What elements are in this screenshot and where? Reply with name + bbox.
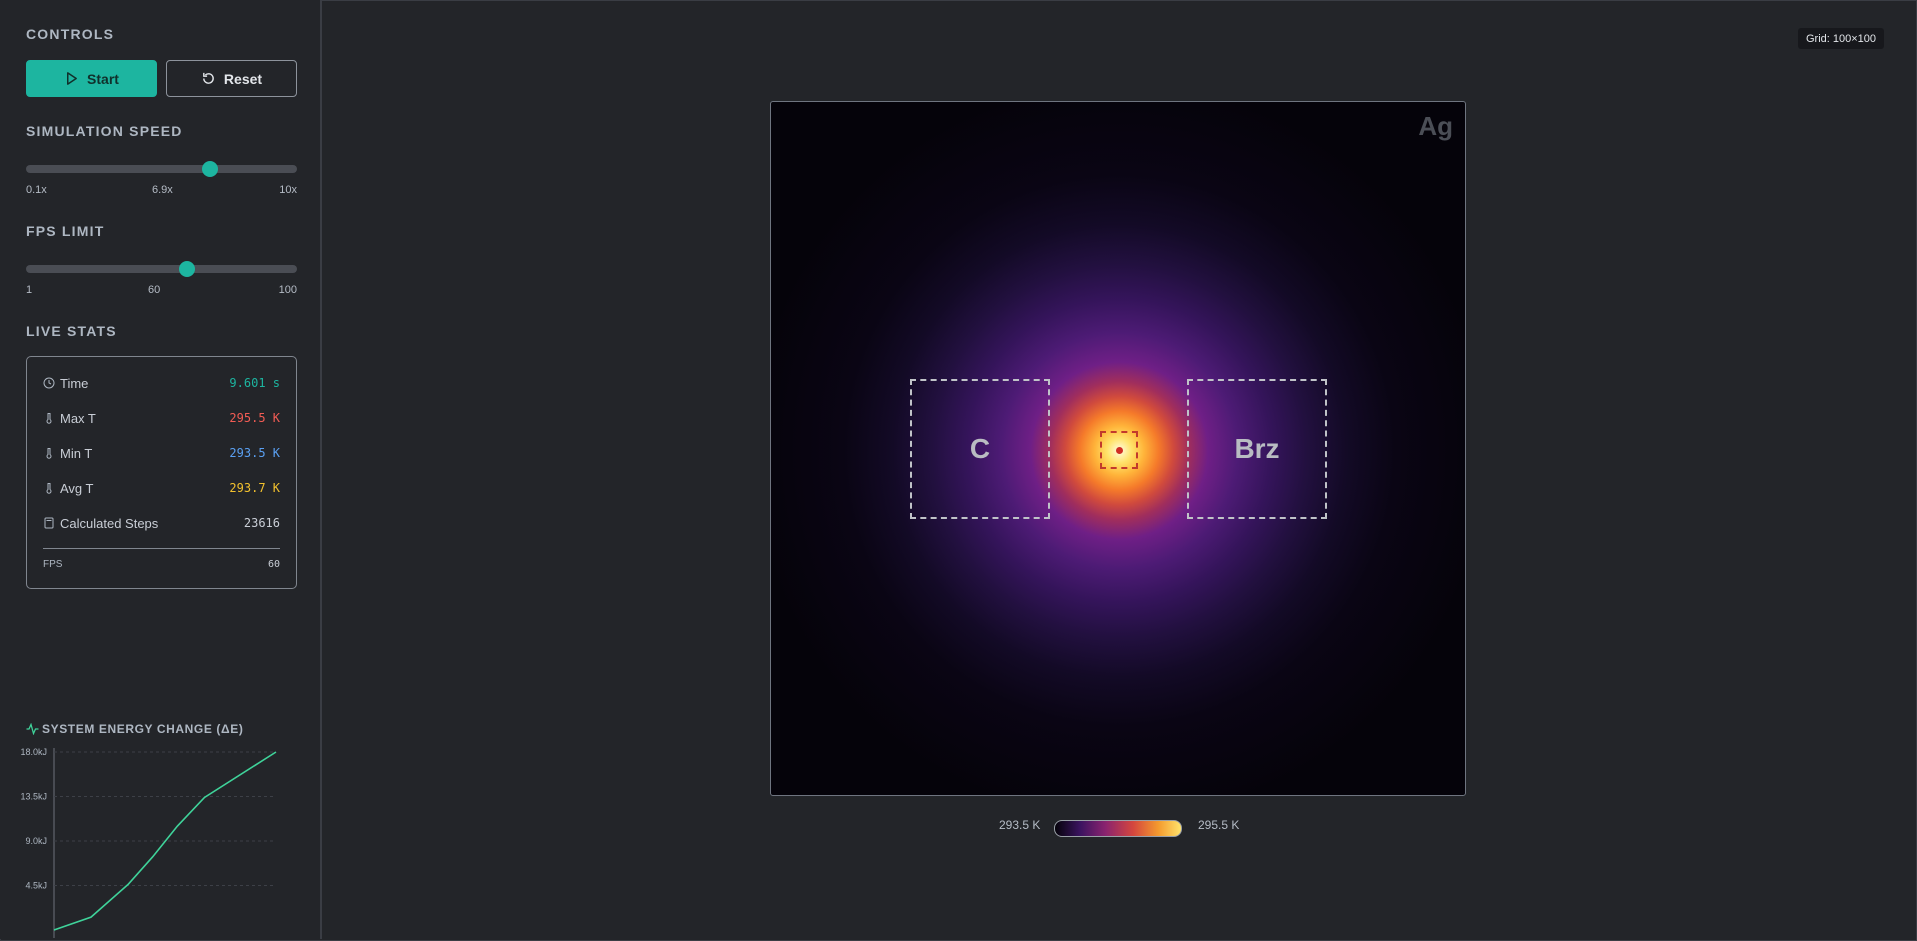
fps-limit-slider-thumb[interactable] (179, 261, 196, 277)
sidebar: CONTROLS Start Reset SIMULATION SPEED 0.… (0, 0, 322, 939)
fps-limit-title: FPS LIMIT (26, 223, 105, 239)
speed-slider[interactable] (26, 161, 297, 177)
stats-divider (43, 548, 280, 549)
live-stats-title: LIVE STATS (26, 323, 117, 339)
stat-max-label: Max T (60, 410, 96, 426)
stat-avg: Avg T 293.7 K (43, 478, 280, 498)
thermometer-icon (46, 483, 52, 494)
heatmap-canvas[interactable]: Ag C Brz (770, 101, 1466, 796)
grid-size-badge: Grid: 100×100 (1798, 28, 1885, 49)
speed-max: 10x (279, 184, 297, 196)
stat-time-value: 9.601 s (229, 376, 280, 390)
controls-title: CONTROLS (26, 26, 115, 42)
stat-max: Max T 295.5 K (43, 408, 280, 428)
fps-limit-slider[interactable] (26, 261, 297, 277)
start-button[interactable]: Start (26, 60, 157, 97)
play-icon (67, 72, 77, 85)
stat-max-value: 295.5 K (229, 411, 280, 425)
stat-avg-label: Avg T (60, 480, 94, 496)
y-tick-label: 18.0kJ (20, 747, 47, 757)
stat-min: Min T 293.5 K (43, 443, 280, 463)
stat-fps: FPS 60 (43, 559, 280, 570)
reset-label: Reset (223, 70, 263, 87)
thermometer-icon (46, 448, 52, 459)
color-scale-bar (1054, 820, 1182, 837)
energy-chart: 18.0kJ 13.5kJ 9.0kJ 4.5kJ (20, 747, 277, 938)
live-stats-panel: Time 9.601 s Max T 295.5 K Min T 293.5 K… (26, 356, 297, 589)
zone-left-label: C (969, 433, 991, 464)
stat-min-value: 293.5 K (229, 446, 280, 460)
zone-left[interactable]: C (910, 379, 1050, 519)
reset-icon (203, 72, 214, 84)
stat-time-label: Time (60, 375, 89, 391)
reset-button[interactable]: Reset (166, 60, 297, 97)
energy-title-text: SYSTEM ENERGY CHANGE (ΔE) (42, 722, 244, 736)
legend-min: 293.5 K (999, 818, 1041, 832)
zone-right[interactable]: Brz (1187, 379, 1327, 519)
stat-time: Time 9.601 s (43, 373, 280, 393)
stat-steps-value: 23616 (243, 516, 280, 530)
calculator-icon (44, 517, 54, 529)
stat-steps-label: Calculated Steps (60, 515, 159, 531)
speed-slider-thumb[interactable] (202, 161, 219, 177)
clock-icon (43, 377, 55, 389)
y-tick-label: 9.0kJ (25, 836, 47, 846)
speed-title: SIMULATION SPEED (26, 123, 183, 139)
legend-max: 295.5 K (1198, 818, 1240, 832)
stat-fps-value: 60 (267, 559, 280, 570)
y-tick-label: 4.5kJ (25, 881, 47, 891)
stat-steps: Calculated Steps 23616 (43, 513, 280, 533)
activity-icon (26, 723, 39, 735)
speed-value: 6.9x (152, 184, 173, 196)
start-label: Start (87, 70, 119, 87)
speed-min: 0.1x (26, 184, 47, 196)
y-tick-label: 13.5kJ (20, 792, 47, 802)
stat-fps-label: FPS (43, 559, 63, 570)
fps-max: 100 (278, 284, 297, 296)
heat-source[interactable] (1100, 431, 1138, 469)
stat-avg-value: 293.7 K (229, 481, 280, 495)
fps-value: 60 (148, 284, 161, 296)
energy-chart-title: SYSTEM ENERGY CHANGE (ΔE) (26, 722, 243, 736)
fps-min: 1 (26, 284, 33, 296)
thermometer-icon (46, 413, 52, 424)
heat-source-dot (1116, 447, 1123, 454)
stat-min-label: Min T (60, 445, 93, 461)
zone-right-label: Brz (1234, 433, 1280, 464)
material-label: Ag (1418, 111, 1453, 141)
